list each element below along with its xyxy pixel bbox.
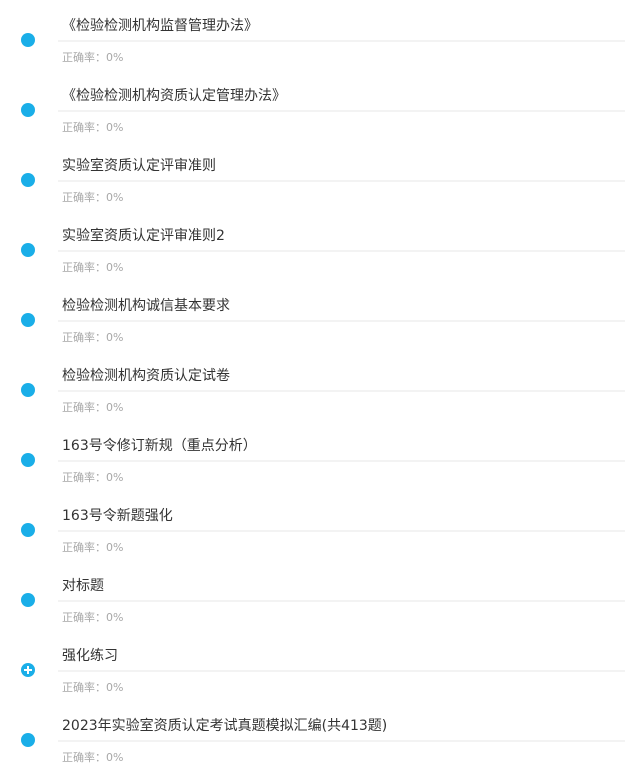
divider	[58, 390, 625, 392]
divider	[58, 180, 625, 182]
divider	[58, 250, 625, 252]
divider	[58, 670, 625, 672]
dot-icon	[21, 243, 35, 257]
dot-icon	[21, 453, 35, 467]
chapter-title: 163号令新题强化	[62, 508, 173, 524]
divider	[58, 40, 625, 42]
divider	[58, 600, 625, 602]
chapter-item[interactable]: 实验室资质认定评审准则 正确率：0%	[0, 140, 625, 210]
chapter-title: 《检验检测机构资质认定管理办法》	[62, 88, 286, 104]
chapter-title: 163号令修订新规（重点分析）	[62, 438, 257, 454]
dot-icon	[21, 33, 35, 47]
chapter-item[interactable]: 163号令新题强化 正确率：0%	[0, 490, 625, 560]
chapter-item[interactable]: 检验检测机构资质认定试卷 正确率：0%	[0, 350, 625, 420]
accuracy-rate: 正确率：0%	[62, 331, 124, 344]
accuracy-rate: 正确率：0%	[62, 191, 124, 204]
chapter-item[interactable]: 163号令修订新规（重点分析） 正确率：0%	[0, 420, 625, 490]
dot-icon	[21, 173, 35, 187]
accuracy-rate: 正确率：0%	[62, 121, 124, 134]
chapter-title: 实验室资质认定评审准则2	[62, 228, 225, 244]
dot-icon	[21, 593, 35, 607]
chapter-item[interactable]: 检验检测机构诚信基本要求 正确率：0%	[0, 280, 625, 350]
accuracy-rate: 正确率：0%	[62, 541, 124, 554]
chapter-title: 对标题	[62, 578, 104, 594]
accuracy-rate: 正确率：0%	[62, 261, 124, 274]
chapter-title: 2023年实验室资质认定考试真题模拟汇编(共413题)	[62, 718, 388, 734]
accuracy-rate: 正确率：0%	[62, 611, 124, 624]
chapter-item[interactable]: 《检验检测机构资质认定管理办法》 正确率：0%	[0, 70, 625, 140]
divider	[58, 460, 625, 462]
divider	[58, 320, 625, 322]
chapter-title: 强化练习	[62, 648, 118, 664]
chapter-title: 实验室资质认定评审准则	[62, 158, 216, 174]
dot-icon	[21, 313, 35, 327]
accuracy-rate: 正确率：0%	[62, 751, 124, 764]
accuracy-rate: 正确率：0%	[62, 471, 124, 484]
divider	[58, 110, 625, 112]
chapter-item[interactable]: 2023年实验室资质认定考试真题模拟汇编(共413题) 正确率：0%	[0, 700, 625, 770]
chapter-item[interactable]: 实验室资质认定评审准则2 正确率：0%	[0, 210, 625, 280]
chapter-title: 检验检测机构诚信基本要求	[62, 298, 230, 314]
divider	[58, 530, 625, 532]
chapter-title: 检验检测机构资质认定试卷	[62, 368, 230, 384]
dot-icon	[21, 733, 35, 747]
chapter-list: 《检验检测机构监督管理办法》 正确率：0% 《检验检测机构资质认定管理办法》 正…	[0, 0, 625, 767]
dot-icon	[21, 523, 35, 537]
expand-plus-icon[interactable]	[21, 663, 35, 677]
accuracy-rate: 正确率：0%	[62, 401, 124, 414]
chapter-item[interactable]: 《检验检测机构监督管理办法》 正确率：0%	[0, 0, 625, 70]
accuracy-rate: 正确率：0%	[62, 51, 124, 64]
dot-icon	[21, 383, 35, 397]
chapter-item-expandable[interactable]: 强化练习 正确率：0%	[0, 630, 625, 700]
accuracy-rate: 正确率：0%	[62, 681, 124, 694]
chapter-item[interactable]: 对标题 正确率：0%	[0, 560, 625, 630]
divider	[58, 740, 625, 742]
dot-icon	[21, 103, 35, 117]
chapter-title: 《检验检测机构监督管理办法》	[62, 18, 258, 34]
